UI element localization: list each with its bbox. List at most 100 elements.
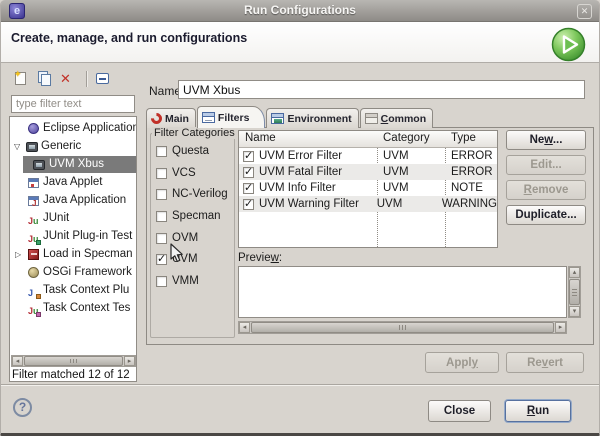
table-row[interactable]: UVM Warning Filter UVM WARNING	[239, 196, 497, 212]
cell-category: UVM	[383, 150, 409, 162]
environment-tab-icon	[271, 113, 285, 124]
tree-item-java-application[interactable]: Java Application	[10, 192, 136, 209]
tab-environment[interactable]: Environment	[266, 108, 359, 128]
scroll-left-arrow[interactable]: ◂	[239, 322, 250, 333]
checkbox-vmm[interactable]: VMM	[156, 275, 199, 287]
new-filter-button[interactable]: New...	[506, 130, 586, 150]
tab-filters[interactable]: Filters	[196, 106, 266, 128]
cell-type: WARNING	[441, 198, 497, 210]
expander-collapsed-icon[interactable]: ▷	[15, 246, 21, 263]
scrollbar-thumb[interactable]	[569, 279, 580, 305]
cell-name: UVM Info Filter	[259, 182, 336, 194]
tree-item-task-context-plugin[interactable]: Task Context Plu	[10, 282, 136, 299]
tab-label: Filters	[217, 111, 250, 124]
tree-item-label: Task Context Tes	[43, 302, 131, 314]
tree-item-uvm-xbus-selected[interactable]: UVM Xbus	[23, 156, 136, 173]
scroll-up-arrow[interactable]: ▴	[569, 267, 580, 278]
close-button[interactable]: Close	[428, 400, 491, 422]
checkbox-vcs[interactable]: VCS	[156, 167, 196, 179]
scroll-right-arrow[interactable]: ▸	[124, 356, 135, 366]
table-row[interactable]: UVM Error Filter UVM ERROR	[239, 148, 497, 164]
duplicate-configuration-icon-front	[41, 74, 51, 86]
tree-item-osgi-framework[interactable]: OSGi Framework	[10, 264, 136, 281]
tree-item-label: Generic	[41, 140, 82, 152]
help-button[interactable]: ?	[13, 398, 32, 417]
thumb-grip	[69, 359, 78, 363]
tree-item-label: JUnit Plug-in Test	[43, 230, 133, 242]
footer-separator	[1, 384, 599, 386]
duplicate-filter-button[interactable]: Duplicate...	[506, 205, 586, 225]
checkbox[interactable]	[156, 145, 167, 157]
tree-item-load-in-specman[interactable]: ▷ Load in Specman	[10, 246, 136, 263]
tree-item-java-applet[interactable]: Java Applet	[10, 174, 136, 191]
row-checkbox-checked[interactable]	[243, 165, 254, 178]
name-input[interactable]	[178, 80, 585, 99]
scroll-down-arrow[interactable]: ▾	[569, 306, 580, 317]
row-checkbox-checked[interactable]	[243, 197, 254, 210]
tab-label: Main	[165, 112, 189, 125]
table-header[interactable]: Name Category Type	[239, 131, 497, 148]
checkbox[interactable]	[156, 188, 167, 200]
scroll-left-arrow[interactable]: ◂	[12, 356, 23, 366]
delete-icon: ✕	[60, 71, 71, 86]
scrollbar-thumb[interactable]	[24, 356, 123, 366]
badge-icon	[36, 294, 41, 299]
edit-filter-button[interactable]: Edit...	[506, 155, 586, 175]
cell-type: NOTE	[451, 182, 483, 194]
junit-icon	[28, 213, 40, 225]
column-header-category[interactable]: Category	[377, 131, 445, 147]
cell-type: ERROR	[451, 166, 493, 178]
checkbox[interactable]	[156, 275, 167, 287]
tree-filter-input[interactable]	[11, 95, 135, 113]
task-context-test-icon	[28, 303, 41, 317]
checkbox-label: VMM	[172, 275, 199, 287]
checkbox[interactable]	[156, 210, 167, 222]
checkbox-nc-verilog[interactable]: NC-Verilog	[156, 188, 228, 200]
revert-button[interactable]: Revert	[506, 352, 584, 373]
apply-button[interactable]: Apply	[425, 352, 499, 373]
tree-item-label: UVM Xbus	[49, 158, 104, 170]
tree-item-label: Java Application	[43, 194, 127, 206]
window-close-button[interactable]: ✕	[577, 4, 592, 19]
row-checkbox-checked[interactable]	[243, 181, 254, 194]
tree-item-label: Load in Specman	[43, 248, 133, 260]
cell-category: UVM	[376, 198, 403, 210]
tree-item-label: Java Applet	[43, 176, 103, 188]
junit-plugin-test-icon	[28, 231, 41, 245]
tree-item-task-context-test[interactable]: Task Context Tes	[10, 300, 136, 317]
column-header-type[interactable]: Type	[445, 131, 497, 147]
tab-common[interactable]: Common	[359, 108, 434, 128]
checkbox[interactable]	[156, 167, 167, 179]
checkbox-checked[interactable]	[156, 252, 167, 265]
checkbox-questa[interactable]: Questa	[156, 145, 209, 157]
common-tab-icon	[364, 113, 378, 124]
column-header-name[interactable]: Name	[239, 131, 377, 147]
osgi-framework-icon	[28, 267, 39, 278]
tree-item-eclipse-application[interactable]: Eclipse Application	[10, 120, 136, 137]
preview-textarea[interactable]	[238, 266, 567, 318]
new-configuration-button[interactable]: ✦	[12, 69, 30, 88]
checkbox[interactable]	[156, 232, 167, 244]
cell-category: UVM	[383, 166, 409, 178]
tree-item-generic[interactable]: ▽ Generic	[10, 138, 136, 155]
duplicate-configuration-button[interactable]	[36, 70, 54, 88]
scrollbar-thumb[interactable]	[251, 322, 554, 333]
run-button[interactable]: Run	[505, 400, 571, 422]
scroll-right-arrow[interactable]: ▸	[555, 322, 566, 333]
title-bar[interactable]: Run Configurations ✕	[1, 0, 599, 22]
tree-item-junit-plugin-test[interactable]: JUnit Plug-in Test	[10, 228, 136, 245]
row-checkbox-checked[interactable]	[243, 149, 254, 162]
tree-rows: Eclipse Application ▽ Generic UVM Xbus J…	[10, 117, 136, 354]
tree-item-junit[interactable]: JUnit	[10, 210, 136, 227]
tree-horizontal-scrollbar[interactable]: ◂ ▸	[11, 355, 136, 367]
collapse-all-button[interactable]	[94, 70, 112, 88]
delete-configuration-button[interactable]: ✕	[60, 70, 78, 88]
remove-filter-button[interactable]: Remove	[506, 180, 586, 200]
table-row[interactable]: UVM Fatal Filter UVM ERROR	[239, 164, 497, 180]
table-row[interactable]: UVM Info Filter UVM NOTE	[239, 180, 497, 196]
preview-horizontal-scrollbar[interactable]: ◂ ▸	[238, 321, 567, 334]
expander-expanded-icon[interactable]: ▽	[14, 138, 20, 155]
tab-main[interactable]: Main	[146, 108, 196, 128]
preview-vertical-scrollbar[interactable]: ▴ ▾	[568, 266, 581, 318]
checkbox-specman[interactable]: Specman	[156, 210, 221, 222]
